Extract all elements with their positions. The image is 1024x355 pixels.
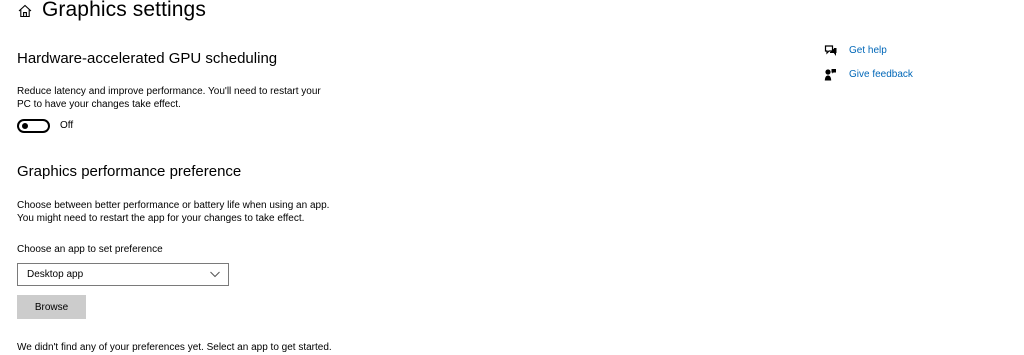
toggle-state-label: Off: [60, 120, 74, 131]
gpu-scheduling-heading: Hardware-accelerated GPU scheduling: [17, 50, 278, 67]
performance-preference-description-line: Choose between better performance or bat…: [17, 200, 330, 211]
gpu-scheduling-description-line: PC to have your changes take effect.: [17, 99, 181, 110]
browse-button[interactable]: Browse: [17, 295, 86, 319]
performance-preference-heading: Graphics performance preference: [17, 163, 242, 180]
home-icon[interactable]: [17, 3, 33, 19]
no-preferences-message: We didn't find any of your preferences y…: [17, 342, 332, 353]
dropdown-selected-value: Desktop app: [27, 269, 84, 280]
give-feedback-icon: [824, 69, 836, 81]
get-help-icon: [824, 45, 837, 56]
chevron-down-icon: [210, 271, 220, 278]
gpu-scheduling-toggle[interactable]: [17, 119, 50, 133]
choose-app-label: Choose an app to set preference: [17, 244, 163, 255]
performance-preference-description-line: You might need to restart the app for yo…: [17, 213, 305, 224]
get-help-link[interactable]: Get help: [849, 45, 887, 56]
gpu-scheduling-description: Reduce latency and improve performance. …: [17, 85, 362, 111]
toggle-knob: [22, 123, 28, 129]
page-title: Graphics settings: [42, 0, 206, 21]
app-type-dropdown[interactable]: Desktop app: [17, 263, 229, 286]
give-feedback-link[interactable]: Give feedback: [849, 69, 913, 80]
performance-preference-description: Choose between better performance or bat…: [17, 199, 362, 225]
gpu-scheduling-description-line: Reduce latency and improve performance. …: [17, 86, 321, 97]
